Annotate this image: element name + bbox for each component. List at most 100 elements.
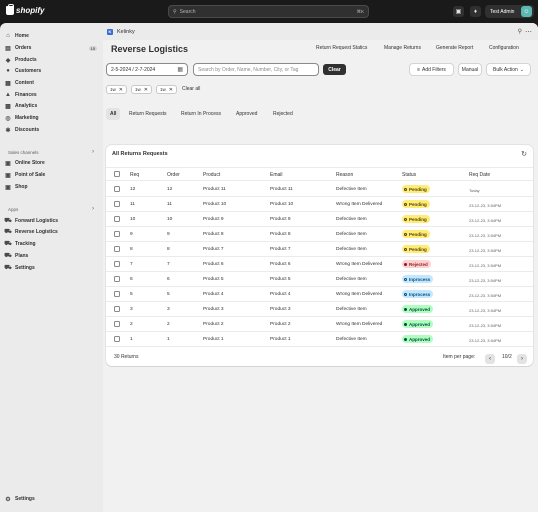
row-checkbox[interactable] — [114, 321, 120, 327]
row-checkbox[interactable] — [114, 276, 120, 282]
tab-rejected[interactable]: Rejected — [269, 108, 297, 120]
refresh-icon[interactable]: ↻ — [521, 150, 527, 158]
column-header-reason[interactable]: Reason — [336, 172, 353, 178]
sidebar-item-customers[interactable]: ● Customers — [5, 66, 97, 76]
account-menu-button[interactable]: Test Admin ☺ — [485, 5, 534, 18]
status-badge: Pending — [402, 245, 430, 253]
shopify-logo[interactable]: shopify — [6, 4, 45, 15]
tab-all[interactable]: All — [106, 108, 121, 120]
table-row[interactable]: 3 3 Product 3 Product 3 Defective Item Approv… — [106, 302, 533, 317]
sidebar-item-home[interactable]: ⌂ Home — [5, 31, 97, 41]
close-icon[interactable]: ✕ — [169, 87, 173, 93]
global-search-input[interactable]: ⚲ Search ⌘K — [168, 5, 369, 18]
sales-channels-heading[interactable]: Sales channels › — [8, 149, 94, 155]
filter-tag[interactable]: 1w ✕ — [156, 85, 177, 94]
table-row[interactable]: 11 11 Product 10 Product 10 Wrong Item Deliv… — [106, 197, 533, 212]
sidebar-item-tracking[interactable]: ⛟ Tracking — [4, 239, 97, 249]
tab-return-in-process[interactable]: Return In Process — [177, 108, 225, 120]
apps-heading[interactable]: Apps › — [8, 206, 94, 212]
brand-name: shopify — [16, 6, 45, 15]
store-switcher-icon[interactable]: ▣ — [453, 6, 464, 17]
table-row[interactable]: 1 1 Product 1 Product 1 Defective Item Approv… — [106, 332, 533, 347]
row-checkbox[interactable] — [114, 186, 120, 192]
sidebar-item-shop[interactable]: ▣ Shop — [5, 182, 97, 192]
cell-order: 3 — [167, 307, 170, 312]
cell-req-date: 23-12-23, 3:54PM — [469, 292, 502, 298]
tab-return-requests[interactable]: Return Requests — [125, 108, 171, 120]
filter-tag[interactable]: 1w ✕ — [106, 85, 127, 94]
table-row[interactable]: 6 6 Product 5 Product 5 Defective Item Inproc… — [106, 272, 533, 287]
row-checkbox[interactable] — [114, 246, 120, 252]
clear-all-link[interactable]: Clear all — [182, 86, 200, 92]
sidebar-item-orders[interactable]: ▤ Orders 15 — [5, 43, 97, 53]
manual-button[interactable]: Manual — [458, 63, 482, 76]
status-badge: Approved — [402, 335, 434, 343]
cell-email: Product 5 — [270, 277, 291, 282]
cell-order: 5 — [167, 292, 170, 297]
previous-page-button[interactable]: ‹ — [485, 354, 495, 364]
row-checkbox[interactable] — [114, 216, 120, 222]
manage-returns-button[interactable]: Manage Returns — [384, 45, 421, 51]
table-row[interactable]: 7 7 Product 6 Product 6 Wrong Item Delivered… — [106, 257, 533, 272]
cell-req-date: 23-12-23, 3:54PM — [469, 337, 502, 343]
column-header-email[interactable]: Email — [270, 172, 283, 178]
sidebar-item-forward-logistics[interactable]: ⛟ Forward Logistics — [4, 216, 97, 226]
sidebar-item-analytics[interactable]: ▩ Analytics — [5, 101, 97, 111]
close-icon[interactable]: ✕ — [144, 87, 148, 93]
next-page-button[interactable]: › — [517, 354, 527, 364]
table-header: Req Order Product Email Reason Status Re… — [106, 167, 533, 181]
sidebar-item-reverse-logistics[interactable]: ⛟ Reverse Logistics — [4, 227, 97, 237]
sidebar-item-plans[interactable]: ⛟ Plans — [4, 251, 97, 261]
configuration-button[interactable]: Configuration — [489, 45, 519, 51]
cell-product: Product 4 — [203, 292, 224, 297]
sidebar-item-app-settings[interactable]: ⛟ Settings — [4, 263, 97, 273]
return-request-statics-button[interactable]: Return Request Statics — [316, 45, 367, 51]
filter-tag[interactable]: 1w ✕ — [131, 85, 152, 94]
pin-icon[interactable]: ⚲ — [518, 28, 522, 35]
close-icon[interactable]: ✕ — [119, 87, 123, 93]
more-options-icon[interactable]: ⋯ — [525, 28, 532, 36]
row-checkbox[interactable] — [114, 336, 120, 342]
cell-email: Product 2 — [270, 322, 291, 327]
date-range-picker[interactable]: 2-5-2024 / 2-7-2024 ▦ — [106, 63, 188, 76]
row-checkbox[interactable] — [114, 231, 120, 237]
returns-search-input[interactable]: Search by Order, Name, Number, City, or … — [193, 63, 319, 76]
cell-reason: Defective Item — [336, 187, 367, 192]
bell-icon[interactable]: ♦ — [470, 6, 481, 17]
table-row[interactable]: 10 10 Product 9 Product 9 Defective Item Pend… — [106, 212, 533, 227]
bulk-action-dropdown[interactable]: Bulk Action ⌄ — [486, 63, 531, 76]
column-header-req[interactable]: Req — [130, 172, 139, 178]
sidebar-item-label: Settings — [15, 496, 35, 502]
table-row[interactable]: 9 9 Product 8 Product 8 Defective Item Pendin… — [106, 227, 533, 242]
add-filters-button[interactable]: ≡ Add Filters — [409, 63, 454, 76]
sidebar-item-marketing[interactable]: ◎ Marketing — [5, 113, 97, 123]
sidebar: ⌂ Home ▤ Orders 15 ◆ Products ● Customer… — [0, 23, 103, 512]
column-header-order[interactable]: Order — [167, 172, 180, 178]
sidebar-item-finances[interactable]: ▲ Finances — [5, 90, 97, 100]
row-checkbox[interactable] — [114, 201, 120, 207]
column-header-status[interactable]: Status — [402, 172, 416, 178]
tab-approved[interactable]: Approved — [232, 108, 261, 120]
select-all-checkbox[interactable] — [114, 171, 120, 177]
generate-report-button[interactable]: Generate Report — [436, 45, 473, 51]
sidebar-item-settings[interactable]: ⚙ Settings — [5, 494, 97, 504]
clear-button[interactable]: Clear — [323, 64, 346, 75]
sidebar-item-discounts[interactable]: ✱ Discounts — [5, 125, 97, 135]
orders-icon: ▤ — [5, 45, 11, 52]
table-row[interactable]: 2 2 Product 2 Product 2 Wrong Item Delivered… — [106, 317, 533, 332]
row-checkbox[interactable] — [114, 306, 120, 312]
table-row[interactable]: 5 5 Product 4 Product 4 Wrong Item Delivered… — [106, 287, 533, 302]
row-checkbox[interactable] — [114, 261, 120, 267]
sidebar-item-content[interactable]: ▦ Content — [5, 78, 97, 88]
row-checkbox[interactable] — [114, 291, 120, 297]
cell-product: Product 3 — [203, 307, 224, 312]
column-header-req-date[interactable]: Req Date — [469, 172, 490, 178]
sidebar-item-point-of-sale[interactable]: ▣ Point of Sale — [5, 170, 97, 180]
cell-order: 10 — [167, 217, 173, 222]
column-header-product[interactable]: Product — [203, 172, 220, 178]
sidebar-item-online-store[interactable]: ▣ Online Store — [5, 158, 97, 168]
table-title: All Returns Requests — [112, 151, 168, 157]
sidebar-item-products[interactable]: ◆ Products — [5, 55, 97, 65]
table-row[interactable]: 8 8 Product 7 Product 7 Defective Item Pendin… — [106, 242, 533, 257]
table-row[interactable]: 12 12 Product 11 Product 11 Defective Item Pe… — [106, 182, 533, 197]
